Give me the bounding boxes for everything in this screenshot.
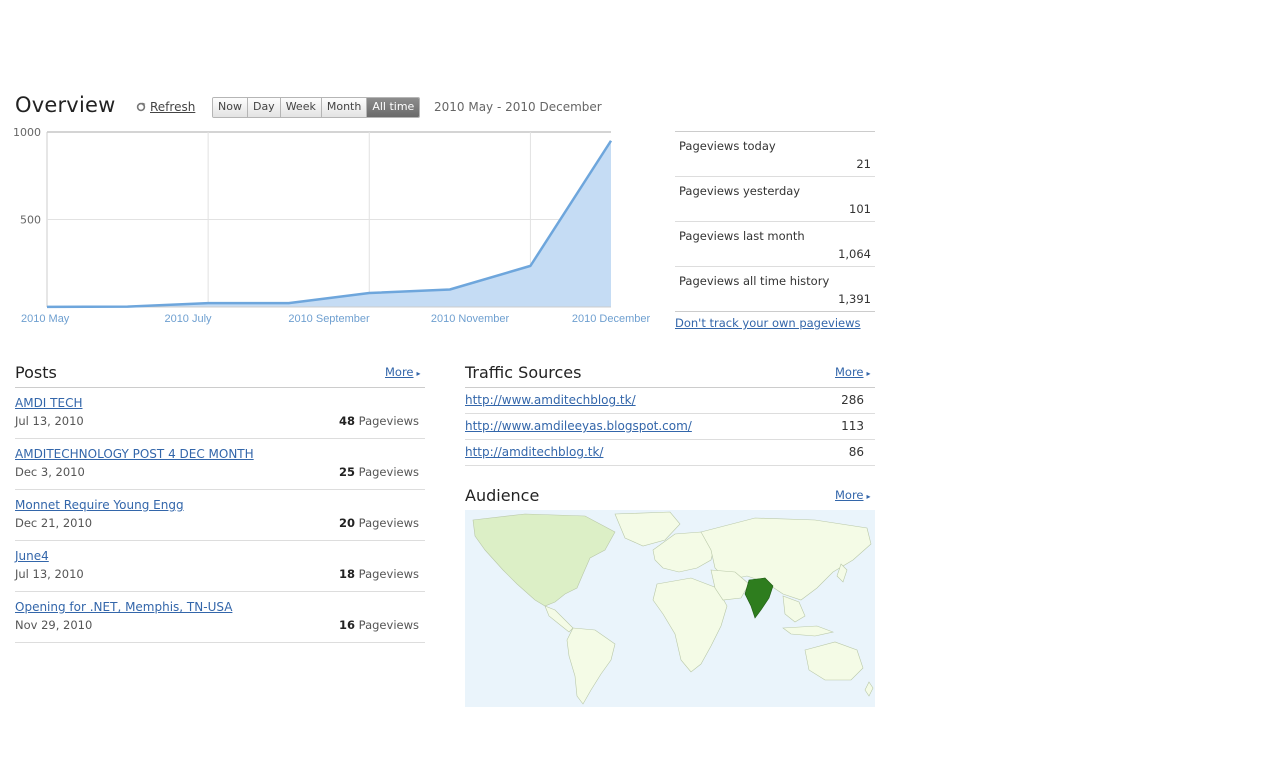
range-week-button[interactable]: Week bbox=[280, 98, 322, 117]
traffic-more-link[interactable]: More ▸ bbox=[835, 365, 871, 379]
pageviews-suffix: Pageviews bbox=[358, 516, 419, 530]
more-label: More bbox=[385, 365, 414, 379]
stat-pageviews-all-time: Pageviews all time history 1,391 bbox=[675, 267, 875, 312]
stat-value: 1,064 bbox=[838, 247, 871, 261]
post-date: Nov 29, 2010 bbox=[15, 618, 93, 632]
traffic-source-link[interactable]: http://www.amditechblog.tk/ bbox=[465, 393, 636, 407]
stat-value: 1,391 bbox=[838, 292, 871, 306]
map-indonesia bbox=[782, 625, 835, 637]
map-southeast-asia bbox=[782, 595, 806, 623]
range-now-button[interactable]: Now bbox=[213, 98, 248, 117]
triangle-right-icon: ▸ bbox=[866, 369, 871, 378]
chart-xtick-label: 2010 July bbox=[164, 313, 212, 325]
stat-label: Pageviews today bbox=[679, 139, 776, 153]
post-item: Monnet Require Young Engg Dec 21, 2010 2… bbox=[15, 490, 425, 541]
range-day-button[interactable]: Day bbox=[247, 98, 281, 117]
traffic-source-link[interactable]: http://amditechblog.tk/ bbox=[465, 445, 603, 459]
post-date: Dec 3, 2010 bbox=[15, 465, 85, 479]
traffic-row: http://www.amditechblog.tk/ 286 bbox=[465, 388, 875, 414]
range-all-time-button[interactable]: All time bbox=[367, 98, 420, 117]
post-view-count: 16 bbox=[339, 618, 356, 632]
traffic-source-link[interactable]: http://www.amdileeyas.blogspot.com/ bbox=[465, 419, 692, 433]
posts-title: Posts bbox=[15, 363, 57, 382]
overview-title: Overview bbox=[15, 93, 116, 117]
triangle-right-icon: ▸ bbox=[416, 369, 421, 378]
post-item: Opening for .NET, Memphis, TN-USA Nov 29… bbox=[15, 592, 425, 643]
stat-label: Pageviews last month bbox=[679, 229, 805, 243]
map-africa bbox=[652, 577, 728, 673]
post-view-count: 18 bbox=[339, 567, 356, 581]
map-india bbox=[744, 577, 774, 619]
date-range-label: 2010 May - 2010 December bbox=[434, 100, 602, 114]
stat-value: 101 bbox=[849, 202, 871, 216]
traffic-row: http://www.amdileeyas.blogspot.com/ 113 bbox=[465, 414, 875, 440]
post-item: June4 Jul 13, 2010 18 Pageviews bbox=[15, 541, 425, 592]
post-view-count: 48 bbox=[339, 414, 356, 428]
map-central-america bbox=[544, 605, 574, 633]
chart-xtick-label: 2010 December bbox=[572, 313, 651, 325]
refresh-control[interactable]: Refresh bbox=[136, 100, 195, 114]
pageviews-suffix: Pageviews bbox=[358, 414, 419, 428]
refresh-link[interactable]: Refresh bbox=[150, 100, 195, 114]
pageview-stats: Pageviews today 21 Pageviews yesterday 1… bbox=[675, 131, 875, 312]
dont-track-link[interactable]: Don't track your own pageviews bbox=[675, 316, 861, 330]
triangle-right-icon: ▸ bbox=[866, 492, 871, 501]
post-item: AMDITECHNOLOGY POST 4 DEC MONTH Dec 3, 2… bbox=[15, 439, 425, 490]
chart-xtick-label: 2010 May bbox=[21, 313, 70, 325]
more-label: More bbox=[835, 488, 864, 502]
post-pageviews: 48 Pageviews bbox=[339, 414, 419, 428]
map-north-america bbox=[472, 513, 616, 607]
audience-title: Audience bbox=[465, 486, 540, 505]
time-range-selector: Now Day Week Month All time bbox=[212, 97, 421, 118]
post-view-count: 20 bbox=[339, 516, 356, 530]
map-south-america bbox=[566, 627, 616, 705]
range-month-button[interactable]: Month bbox=[321, 98, 368, 117]
more-label: More bbox=[835, 365, 864, 379]
audience-world-map[interactable] bbox=[465, 510, 875, 707]
map-australia bbox=[804, 641, 864, 681]
chart-xtick-label: 2010 November bbox=[431, 313, 510, 325]
post-view-count: 25 bbox=[339, 465, 356, 479]
traffic-sources-list: http://www.amditechblog.tk/ 286 http://w… bbox=[465, 388, 875, 466]
world-map-graphic bbox=[472, 511, 874, 705]
stat-label: Pageviews yesterday bbox=[679, 184, 801, 198]
post-date: Dec 21, 2010 bbox=[15, 516, 93, 530]
pageviews-suffix: Pageviews bbox=[358, 465, 419, 479]
post-title-link[interactable]: Opening for .NET, Memphis, TN-USA bbox=[15, 600, 232, 614]
stat-pageviews-today: Pageviews today 21 bbox=[675, 132, 875, 177]
traffic-count: 113 bbox=[841, 419, 864, 433]
traffic-count: 286 bbox=[841, 393, 864, 407]
pageviews-suffix: Pageviews bbox=[358, 618, 419, 632]
pageviews-suffix: Pageviews bbox=[358, 567, 419, 581]
traffic-sources-title: Traffic Sources bbox=[465, 363, 582, 382]
traffic-row: http://amditechblog.tk/ 86 bbox=[465, 440, 875, 466]
chart-ytick-label: 500 bbox=[20, 214, 41, 227]
post-pageviews: 16 Pageviews bbox=[339, 618, 419, 632]
post-date: Jul 13, 2010 bbox=[15, 414, 84, 428]
posts-list: AMDI TECH Jul 13, 2010 48 Pageviews AMDI… bbox=[15, 388, 425, 643]
post-item: AMDI TECH Jul 13, 2010 48 Pageviews bbox=[15, 388, 425, 439]
post-title-link[interactable]: June4 bbox=[15, 549, 49, 563]
post-title-link[interactable]: AMDI TECH bbox=[15, 396, 82, 410]
post-title-link[interactable]: AMDITECHNOLOGY POST 4 DEC MONTH bbox=[15, 447, 254, 461]
pageviews-chart: 1000 500 2010 May 2010 July 2010 September 20… bbox=[13, 126, 651, 325]
stat-label: Pageviews all time history bbox=[679, 274, 830, 288]
post-pageviews: 20 Pageviews bbox=[339, 516, 419, 530]
stat-value: 21 bbox=[856, 157, 871, 171]
refresh-icon bbox=[136, 102, 146, 112]
audience-more-link[interactable]: More ▸ bbox=[835, 488, 871, 502]
post-pageviews: 25 Pageviews bbox=[339, 465, 419, 479]
chart-ytick-label: 1000 bbox=[13, 126, 41, 139]
chart-area-fill bbox=[47, 140, 611, 307]
map-new-zealand bbox=[864, 681, 874, 697]
stat-pageviews-last-month: Pageviews last month 1,064 bbox=[675, 222, 875, 267]
chart-xtick-label: 2010 September bbox=[288, 313, 370, 325]
traffic-count: 86 bbox=[848, 445, 864, 459]
posts-more-link[interactable]: More ▸ bbox=[385, 365, 421, 379]
post-pageviews: 18 Pageviews bbox=[339, 567, 419, 581]
post-title-link[interactable]: Monnet Require Young Engg bbox=[15, 498, 184, 512]
post-date: Jul 13, 2010 bbox=[15, 567, 84, 581]
stat-pageviews-yesterday: Pageviews yesterday 101 bbox=[675, 177, 875, 222]
